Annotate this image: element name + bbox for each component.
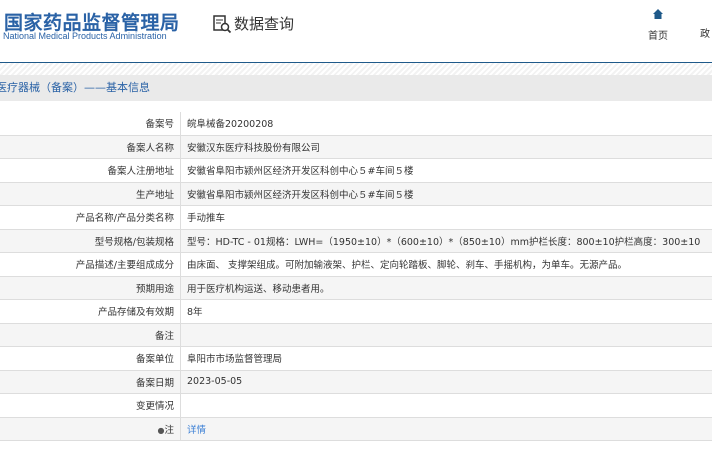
- row-label-text: 备案单位: [135, 354, 174, 366]
- row-value-cell: [180, 393, 712, 418]
- table-row: ●注 详情: [0, 417, 712, 441]
- row-value: 8年: [187, 307, 203, 319]
- table-row: 生产地址 安徽省阜阳市颍州区经济开发区科创中心５#车间５楼: [0, 182, 712, 206]
- divider: [0, 63, 712, 75]
- row-value: 用于医疗机构运送、移动患者用。: [187, 283, 330, 295]
- row-value: 型号：HD-TC - 01规格：LWH=（1950±10）*（600±10）*（…: [187, 236, 701, 248]
- logo-subtitle: National Medical Products Administration: [3, 31, 167, 41]
- table-row: 备案日期 2023-05-05: [0, 370, 712, 394]
- table-row: 备案单位 阜阳市市场监督管理局: [0, 346, 712, 371]
- data-query-title: 数据查询: [212, 13, 294, 34]
- row-value-cell: 8年: [180, 299, 712, 324]
- row-value-cell: 手动推车: [180, 205, 712, 230]
- row-label: 备案号: [0, 112, 181, 136]
- row-value-cell: 安徽汉东医疗科技股份有限公司: [180, 135, 712, 159]
- table-row: 产品名称/产品分类名称 手动推车: [0, 205, 712, 230]
- row-label-text: 预期用途: [135, 283, 174, 295]
- row-label: 预期用途: [0, 276, 181, 300]
- section-title: 医疗器械（备案）——基本信息: [0, 75, 712, 101]
- table-row: 备案人注册地址 安徽省阜阳市颍州区经济开发区科创中心５#车间５楼: [0, 158, 712, 183]
- row-value-cell: 皖阜械备20200208: [180, 112, 712, 136]
- row-label-text: 产品名称/产品分类名称: [75, 213, 174, 225]
- row-label-text: 生产地址: [135, 189, 174, 201]
- row-label-text: 备注: [154, 330, 174, 342]
- row-value: 皖阜械备20200208: [187, 119, 274, 131]
- row-value-cell: 用于医疗机构运送、移动患者用。: [180, 276, 712, 300]
- row-label: 产品描述/主要组成成分: [0, 252, 181, 277]
- site-header: 国家药品监督管理局 National Medical Products Admi…: [0, 0, 712, 63]
- row-value: 安徽省阜阳市颍州区经济开发区科创中心５#车间５楼: [187, 189, 414, 201]
- row-label: 产品存储及有效期: [0, 299, 181, 324]
- row-label-text: 产品描述/主要组成成分: [75, 260, 174, 272]
- row-label: 生产地址: [0, 182, 181, 206]
- row-value-cell: 2023-05-05: [180, 370, 712, 394]
- row-label: 备案人注册地址: [0, 158, 181, 183]
- nav-policy[interactable]: 政: [700, 25, 710, 40]
- row-label-text: 变更情况: [135, 401, 174, 413]
- row-label: 备案日期: [0, 370, 181, 394]
- row-value: 安徽汉东医疗科技股份有限公司: [187, 142, 321, 154]
- row-label: 备注: [0, 323, 181, 347]
- row-label: 备案单位: [0, 346, 181, 371]
- row-label-text: 注: [164, 424, 174, 436]
- row-label-text: 型号规格/包装规格: [94, 236, 174, 248]
- nav-home-label: 首页: [648, 31, 668, 42]
- nav-home[interactable]: 首页: [648, 8, 668, 42]
- table-row: 预期用途 用于医疗机构运送、移动患者用。: [0, 276, 712, 300]
- table-row: 型号规格/包装规格 型号：HD-TC - 01规格：LWH=（1950±10）*（…: [0, 229, 712, 253]
- home-icon: [653, 9, 663, 19]
- row-label-text: 产品存储及有效期: [97, 307, 174, 319]
- row-label: 产品名称/产品分类名称: [0, 205, 181, 230]
- row-value: 阜阳市市场监督管理局: [187, 354, 283, 366]
- row-value-cell: 安徽省阜阳市颍州区经济开发区科创中心５#车间５楼: [180, 158, 712, 183]
- table-row: 备案号 皖阜械备20200208: [0, 112, 712, 136]
- row-value: 安徽省阜阳市颍州区经济开发区科创中心５#车间５楼: [187, 166, 414, 178]
- table-row: 备案人名称 安徽汉东医疗科技股份有限公司: [0, 135, 712, 159]
- row-value-cell: 由床面、 支撑架组成。可附加输液架、护栏、定向轮踏板、脚轮、刹车、手摇机构，为单…: [180, 252, 712, 277]
- table-row: 产品描述/主要组成成分 由床面、 支撑架组成。可附加输液架、护栏、定向轮踏板、脚轮…: [0, 252, 712, 277]
- table-row: 备注: [0, 323, 712, 347]
- row-value-cell: 型号：HD-TC - 01规格：LWH=（1950±10）*（600±10）*（…: [180, 229, 712, 253]
- table-row: 产品存储及有效期 8年: [0, 299, 712, 324]
- row-value: 2023-05-05: [187, 376, 243, 388]
- row-value-cell: 安徽省阜阳市颍州区经济开发区科创中心５#车间５楼: [180, 182, 712, 206]
- row-label-text: 备案人注册地址: [107, 166, 174, 178]
- info-table: 备案号 皖阜械备20200208 备案人名称 安徽汉东医疗科技股份有限公司备案人注册地…: [0, 112, 712, 441]
- row-label: 型号规格/包装规格: [0, 229, 181, 253]
- row-value-cell: 阜阳市市场监督管理局: [180, 346, 712, 371]
- row-value-cell: 详情: [180, 417, 712, 441]
- row-value: 由床面、 支撑架组成。可附加输液架、护栏、定向轮踏板、脚轮、刹车、手摇机构，为单…: [187, 260, 628, 272]
- document-search-icon: [213, 14, 232, 33]
- row-label: ●注: [0, 417, 181, 441]
- row-value-cell: [180, 323, 712, 347]
- query-label: 数据查询: [234, 15, 295, 33]
- row-label: 变更情况: [0, 393, 181, 418]
- row-label: 备案人名称: [0, 135, 181, 159]
- table-row: 变更情况: [0, 393, 712, 418]
- details-link[interactable]: 详情: [187, 425, 206, 436]
- row-label-text: 备案号: [145, 119, 174, 131]
- row-value: 手动推车: [187, 213, 226, 225]
- row-label-text: 备案日期: [135, 377, 174, 389]
- row-label-text: 备案人名称: [126, 142, 174, 154]
